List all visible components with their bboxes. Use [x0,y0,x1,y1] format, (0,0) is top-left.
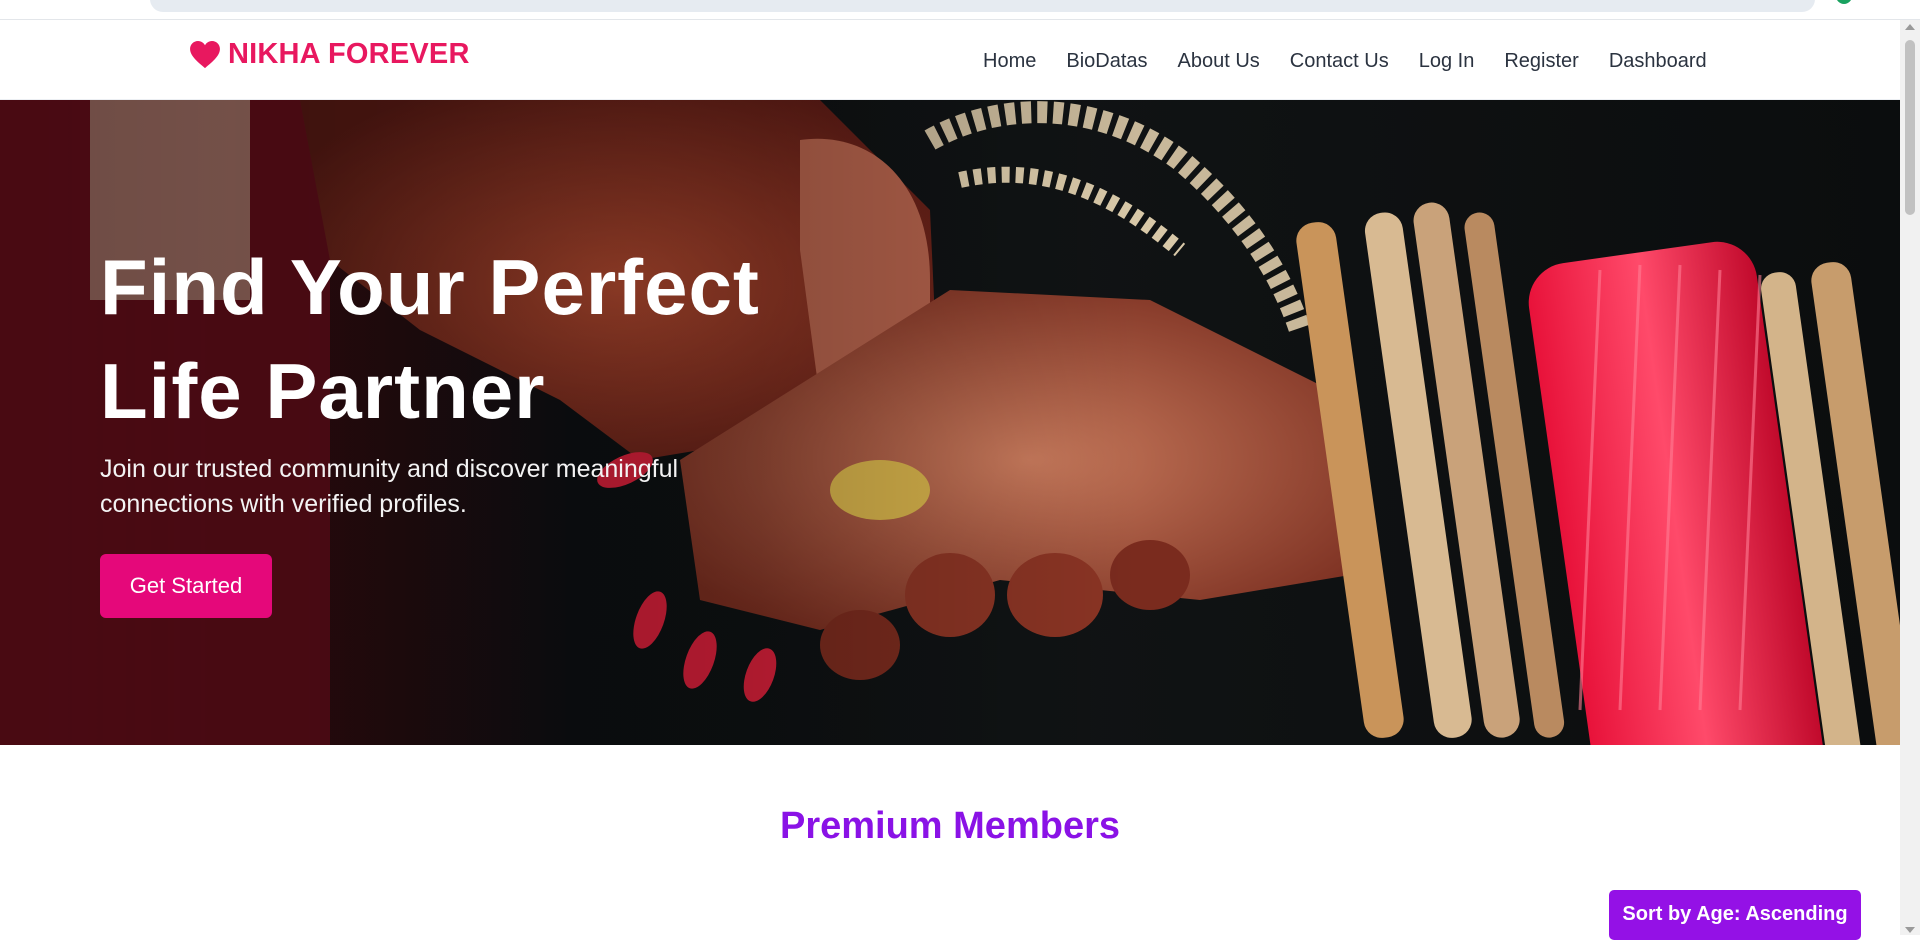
hero-banner: Find Your Perfect Life Partner Join our … [0,100,1900,745]
brand-name: NIKHA FOREVER [228,38,470,70]
scroll-thumb[interactable] [1905,40,1915,215]
nav-dashboard[interactable]: Dashboard [1609,50,1707,73]
profile-icon[interactable] [1836,0,1852,4]
nav-log-in[interactable]: Log In [1419,50,1475,73]
heart-icon [190,40,220,68]
hero-subtitle-line-2: connections with verified profiles. [100,490,467,518]
nav-contact-us[interactable]: Contact Us [1290,50,1389,73]
address-bar[interactable] [150,0,1815,12]
premium-members-title: Premium Members [779,805,1120,847]
hero-subtitle: Join our trusted community and discover … [100,452,740,522]
hero-title-line-2: Life Partner [100,347,546,435]
nav-menu: Home BioDatas About Us Contact Us Log In… [983,50,1707,73]
nav-about-us[interactable]: About Us [1178,50,1260,73]
nav-register[interactable]: Register [1504,50,1578,73]
scroll-up-icon[interactable] [1905,24,1915,30]
get-started-button[interactable]: Get Started [100,554,272,618]
nav-biodatas[interactable]: BioDatas [1066,50,1147,73]
top-navbar: NIKHA FOREVER Home BioDatas About Us Con… [0,20,1900,100]
scroll-down-icon[interactable] [1905,927,1915,933]
hero-title: Find Your Perfect Life Partner [100,235,820,443]
sort-by-age-button[interactable]: Sort by Age: Ascending [1609,890,1861,940]
brand-logo[interactable]: NIKHA FOREVER [190,38,470,71]
hero-subtitle-line-1: Join our trusted community and discover … [100,455,679,483]
page-scrollbar[interactable] [1900,20,1920,935]
browser-chrome [0,0,1920,20]
nav-home[interactable]: Home [983,50,1036,73]
hero-title-line-1: Find Your Perfect [100,243,760,331]
